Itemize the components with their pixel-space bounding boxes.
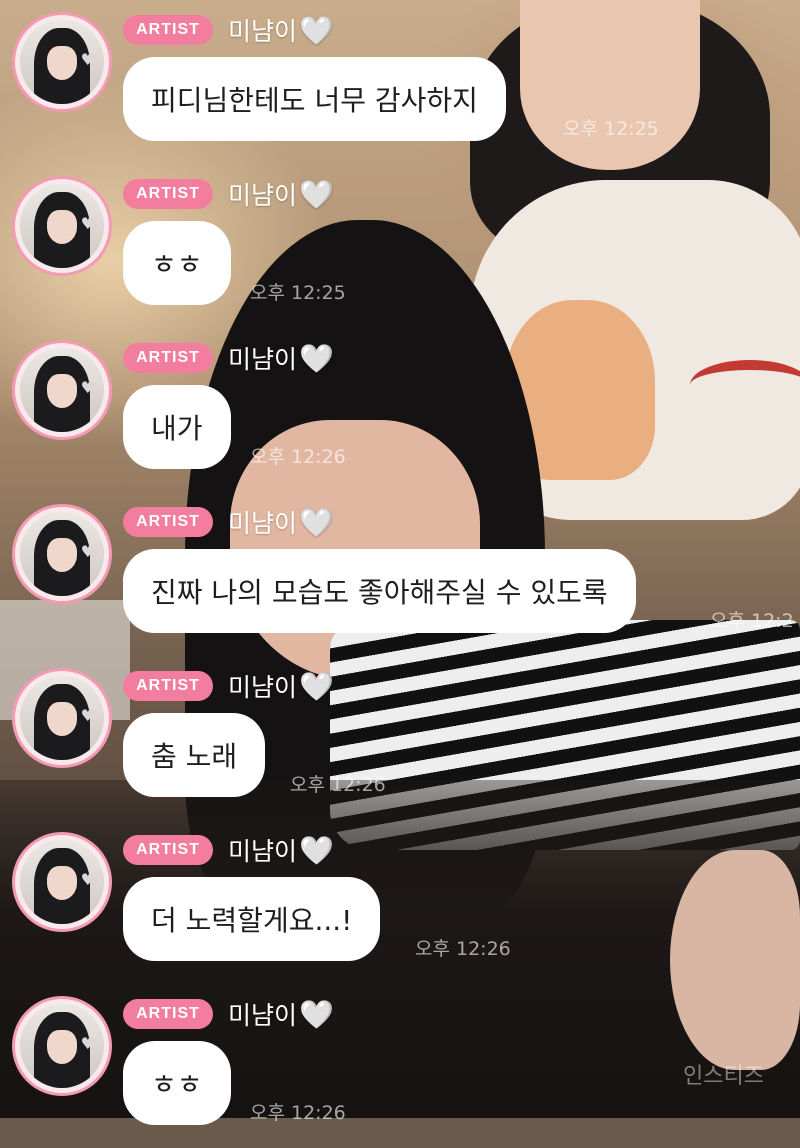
white-heart-icon: 🤍 bbox=[299, 13, 334, 47]
message-time: 오후 12:25 bbox=[563, 118, 659, 140]
white-heart-icon: 🤍 bbox=[299, 669, 334, 703]
chat-message: ♥ ARTIST 미냠이 🤍 ㅎㅎ 오후 12:26 bbox=[0, 984, 800, 1148]
chat-message: ♥ ARTIST 미냠이 🤍 내가 오후 12:26 bbox=[0, 328, 800, 492]
chat-message: ♥ ARTIST 미냠이 🤍 춤 노래 오후 12:26 bbox=[0, 656, 800, 820]
sender-name[interactable]: 미냠이 🤍 bbox=[228, 996, 334, 1032]
chat-message: ♥ ARTIST 미냠이 🤍 진짜 나의 모습도 좋아해주실 수 있도록 오후 … bbox=[0, 492, 800, 656]
sender-name-text: 미냠이 bbox=[228, 673, 298, 702]
chat-message: ♥ ARTIST 미냠이 🤍 피디님한테도 너무 감사하지 오후 12:25 bbox=[0, 0, 800, 164]
message-time: 오후 12:26 bbox=[250, 1102, 346, 1124]
white-heart-icon: 🤍 bbox=[299, 341, 334, 375]
artist-badge: ARTIST bbox=[123, 999, 213, 1029]
message-time: 오후 12:26 bbox=[250, 446, 346, 468]
artist-badge: ARTIST bbox=[123, 507, 213, 537]
sender-name-text: 미냠이 bbox=[228, 837, 298, 866]
sender-name-text: 미냠이 bbox=[228, 181, 298, 210]
avatar[interactable]: ♥ bbox=[12, 340, 112, 440]
sender-name-text: 미냠이 bbox=[228, 345, 298, 374]
message-bubble[interactable]: 더 노력할게요...! bbox=[123, 877, 381, 961]
sender-name[interactable]: 미냠이 🤍 bbox=[228, 832, 334, 868]
avatar[interactable]: ♥ bbox=[12, 668, 112, 768]
avatar-heart-icon: ♥ bbox=[80, 378, 95, 397]
sender-name-text: 미냠이 bbox=[228, 17, 298, 46]
artist-badge: ARTIST bbox=[123, 835, 213, 865]
message-bubble[interactable]: 춤 노래 bbox=[123, 713, 266, 797]
sender-name-text: 미냠이 bbox=[228, 1001, 298, 1030]
artist-badge: ARTIST bbox=[123, 343, 213, 373]
avatar-photo: ♥ bbox=[20, 1004, 104, 1088]
sender-name[interactable]: 미냠이 🤍 bbox=[228, 176, 334, 212]
avatar-photo: ♥ bbox=[20, 512, 104, 596]
message-bubble[interactable]: 진짜 나의 모습도 좋아해주실 수 있도록 bbox=[123, 549, 636, 633]
artist-badge: ARTIST bbox=[123, 15, 213, 45]
avatar[interactable]: ♥ bbox=[12, 832, 112, 932]
avatar-heart-icon: ♥ bbox=[80, 870, 95, 889]
message-time: 오후 12:25 bbox=[250, 282, 346, 304]
watermark: 인스티즈 bbox=[683, 1064, 764, 1089]
message-bubble[interactable]: ㅎㅎ bbox=[123, 1041, 231, 1125]
message-time: 오후 12:26 bbox=[290, 774, 386, 796]
message-bubble[interactable]: 내가 bbox=[123, 385, 231, 469]
message-bubble[interactable]: 피디님한테도 너무 감사하지 bbox=[123, 57, 506, 141]
avatar[interactable]: ♥ bbox=[12, 12, 112, 112]
message-time: 오후 12:26 bbox=[415, 938, 511, 960]
avatar-photo: ♥ bbox=[20, 348, 104, 432]
artist-badge: ARTIST bbox=[123, 671, 213, 701]
message-bubble[interactable]: ㅎㅎ bbox=[123, 221, 231, 305]
chat-message: ♥ ARTIST 미냠이 🤍 더 노력할게요...! 오후 12:26 bbox=[0, 820, 800, 984]
avatar-photo: ♥ bbox=[20, 20, 104, 104]
sender-name[interactable]: 미냠이 🤍 bbox=[228, 12, 334, 48]
white-heart-icon: 🤍 bbox=[299, 997, 334, 1031]
white-heart-icon: 🤍 bbox=[299, 505, 334, 539]
avatar[interactable]: ♥ bbox=[12, 176, 112, 276]
avatar-heart-icon: ♥ bbox=[80, 542, 95, 561]
avatar[interactable]: ♥ bbox=[12, 996, 112, 1096]
avatar-photo: ♥ bbox=[20, 676, 104, 760]
avatar[interactable]: ♥ bbox=[12, 504, 112, 604]
white-heart-icon: 🤍 bbox=[299, 177, 334, 211]
sender-name[interactable]: 미냠이 🤍 bbox=[228, 668, 334, 704]
artist-badge: ARTIST bbox=[123, 179, 213, 209]
avatar-heart-icon: ♥ bbox=[80, 1034, 95, 1053]
avatar-photo: ♥ bbox=[20, 184, 104, 268]
sender-name[interactable]: 미냠이 🤍 bbox=[228, 340, 334, 376]
chat-message: ♥ ARTIST 미냠이 🤍 ㅎㅎ 오후 12:25 bbox=[0, 164, 800, 328]
avatar-heart-icon: ♥ bbox=[80, 214, 95, 233]
message-time: 오후 12:2 bbox=[710, 610, 794, 632]
avatar-heart-icon: ♥ bbox=[80, 50, 95, 69]
avatar-photo: ♥ bbox=[20, 840, 104, 924]
avatar-heart-icon: ♥ bbox=[80, 706, 95, 725]
sender-name[interactable]: 미냠이 🤍 bbox=[228, 504, 334, 540]
sender-name-text: 미냠이 bbox=[228, 509, 298, 538]
white-heart-icon: 🤍 bbox=[299, 833, 334, 867]
